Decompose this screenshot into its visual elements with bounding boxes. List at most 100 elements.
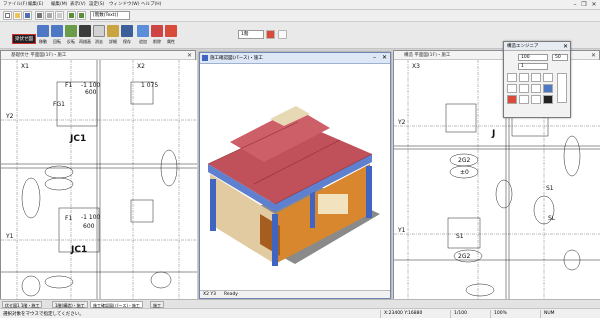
palette-close-icon[interactable]: ✕ <box>563 43 568 50</box>
building-3d-model[interactable] <box>200 64 390 290</box>
svg-text:2G2: 2G2 <box>458 157 470 164</box>
svg-text:S1: S1 <box>456 233 464 240</box>
dropdown-icon[interactable] <box>278 30 287 39</box>
print-icon[interactable] <box>35 11 44 20</box>
tab-construction[interactable]: 施工 <box>150 301 164 308</box>
store-icon <box>121 25 133 37</box>
cut-icon[interactable] <box>45 11 54 20</box>
menu-help[interactable]: ヘルプ(H) <box>141 1 161 7</box>
add-icon <box>137 25 149 37</box>
svg-text:1 075: 1 075 <box>141 82 158 89</box>
left-pane-close-icon[interactable]: ✕ <box>186 52 193 59</box>
line-icon[interactable] <box>519 84 529 93</box>
palette-input-2[interactable]: 1 <box>518 63 548 70</box>
svg-text:X1: X1 <box>21 63 29 70</box>
svg-text:Y1: Y1 <box>397 227 406 234</box>
detail-icon <box>107 25 119 37</box>
close-icon[interactable]: ✕ <box>590 1 598 8</box>
red-tool-icon[interactable] <box>507 95 517 104</box>
mirror-icon <box>65 25 77 37</box>
pick-icon[interactable] <box>507 73 517 82</box>
app-window: ファイル(F) 編集(E) 編集(M) 表示(V) 設定(S) ウィンドウ(W)… <box>0 0 600 318</box>
left-cad-pane: 基礎伏せ 平面図(1F)・施工 ✕ JC1 JC1 F1 F1 -1 100 -… <box>0 50 197 300</box>
menu-bar: ファイル(F) 編集(E) 編集(M) 表示(V) 設定(S) ウィンドウ(W)… <box>0 0 600 10</box>
standard-toolbar: [階数(Text)] <box>0 10 600 22</box>
palette-input-3[interactable]: 50 <box>552 54 568 61</box>
left-cad-drawing[interactable]: JC1 JC1 F1 F1 -1 100 -1 100 600 600 FG1 Y2 Y… <box>1 60 197 300</box>
move-icon <box>37 25 49 37</box>
blue-tool-icon[interactable] <box>543 84 553 93</box>
restore-icon[interactable]: ❐ <box>580 1 588 8</box>
new-file-icon[interactable] <box>3 11 12 20</box>
perspective-viewer-window[interactable]: 施工確認図(パース)・施工 – ✕ X2 Y3 Ready <box>199 52 391 299</box>
layer-select[interactable]: [階数(Text)] <box>90 11 130 20</box>
redo-icon[interactable] <box>77 11 86 20</box>
viewer-title: 施工確認図(パース)・施工 <box>200 53 390 64</box>
move-button[interactable]: 移動 <box>36 24 50 47</box>
erase-icon <box>93 25 105 37</box>
layer-icon[interactable] <box>531 73 541 82</box>
palette-side-icon[interactable] <box>557 73 567 103</box>
menu-edit2[interactable]: 編集(M) <box>51 1 67 7</box>
measure-icon[interactable] <box>519 95 529 104</box>
detail-button[interactable]: 詳細 <box>106 24 120 47</box>
tab-floor-plan[interactable]: 伏せ図1 1階・施工 <box>2 301 43 308</box>
grid-icon[interactable] <box>543 73 553 82</box>
svg-text:S1: S1 <box>546 185 554 192</box>
open-folder-icon[interactable] <box>13 11 22 20</box>
right-pane-close-icon[interactable]: ✕ <box>590 52 597 59</box>
palette-input-1[interactable]: 100 <box>518 54 548 61</box>
tool-palette[interactable]: 構造エンジニア ✕ 100 1 50 <box>503 41 571 118</box>
attribute-button[interactable]: 属性 <box>164 24 178 47</box>
menu-edit[interactable]: 編集(E) <box>28 1 43 7</box>
status-mode: NUM <box>544 311 555 316</box>
zoom-icon[interactable] <box>531 95 541 104</box>
svg-text:SL: SL <box>548 215 556 222</box>
erase-button[interactable]: 消去 <box>92 24 106 47</box>
menu-file[interactable]: ファイル(F) <box>3 1 27 7</box>
undo-icon[interactable] <box>67 11 76 20</box>
svg-text:FG1: FG1 <box>53 101 65 108</box>
minimize-icon[interactable]: – <box>571 1 579 8</box>
status-bar: 選択対象をマウスで指定してください。 X:23400 Y:16880 1/100… <box>0 308 600 318</box>
status-divider <box>380 310 381 318</box>
document-tabs: 伏せ図1 1階・施工 1階(構造)・施工 施工確認図(パース)・施工 施工 <box>0 299 600 308</box>
viewer-status-coords: X2 Y3 <box>203 292 216 297</box>
palette-title: 構造エンジニア <box>504 42 570 51</box>
delete-button[interactable]: 削除 <box>150 24 164 47</box>
store-button[interactable]: 保存 <box>120 24 134 47</box>
svg-text:600: 600 <box>83 223 95 230</box>
menu-view[interactable]: 表示(V) <box>70 1 86 7</box>
viewer-statusbar: X2 Y3 Ready <box>200 290 390 298</box>
black-tool-icon[interactable] <box>543 95 553 104</box>
svg-text:JC1: JC1 <box>70 245 87 255</box>
svg-text:-1 100: -1 100 <box>81 82 101 89</box>
mode-label[interactable]: 梁伏せ図 <box>12 34 36 44</box>
tab-structure[interactable]: 1階(構造)・施工 <box>52 301 88 308</box>
rect-icon[interactable] <box>531 84 541 93</box>
svg-text:Y2: Y2 <box>5 113 14 120</box>
status-message: 選択対象をマウスで指定してください。 <box>3 312 84 317</box>
snap-icon[interactable] <box>507 84 517 93</box>
redraw-button[interactable]: 再描画 <box>78 24 92 47</box>
mirror-button[interactable]: 反転 <box>64 24 78 47</box>
attribute-icon <box>165 25 177 37</box>
left-pane-title: 基礎伏せ 平面図(1F)・施工 <box>1 51 195 60</box>
delete-icon <box>151 25 163 37</box>
column <box>272 214 278 266</box>
color-icon[interactable] <box>266 30 275 39</box>
menu-window[interactable]: ウィンドウ(W) <box>109 1 139 7</box>
viewer-close-icon[interactable]: ✕ <box>382 54 387 61</box>
menu-settings[interactable]: 設定(S) <box>89 1 104 7</box>
viewer-app-icon <box>202 55 208 61</box>
floor-select[interactable]: 1階 <box>238 30 264 39</box>
svg-text:X3: X3 <box>412 63 420 70</box>
rotate-button[interactable]: 回転 <box>50 24 64 47</box>
copy-icon[interactable] <box>55 11 64 20</box>
arrow-icon[interactable] <box>519 73 529 82</box>
viewer-minimize-icon[interactable]: – <box>373 54 376 61</box>
add-button[interactable]: 追加 <box>136 24 150 47</box>
save-icon[interactable] <box>23 11 32 20</box>
svg-text:X2: X2 <box>137 63 145 70</box>
tab-perspective[interactable]: 施工確認図(パース)・施工 <box>90 301 143 308</box>
